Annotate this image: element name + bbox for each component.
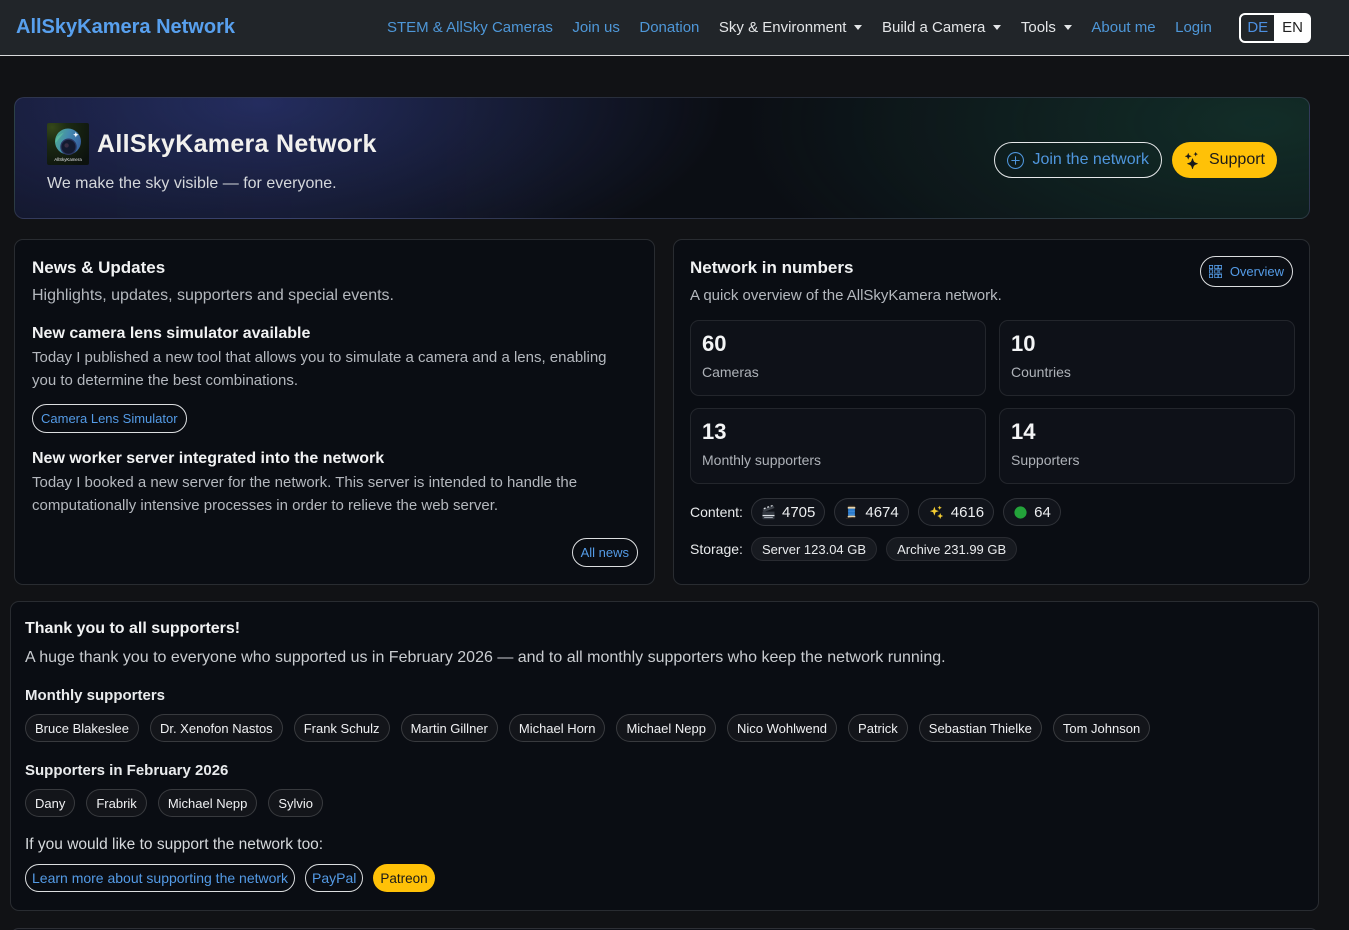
svg-text:AllSkyKamera: AllSkyKamera bbox=[54, 157, 82, 162]
